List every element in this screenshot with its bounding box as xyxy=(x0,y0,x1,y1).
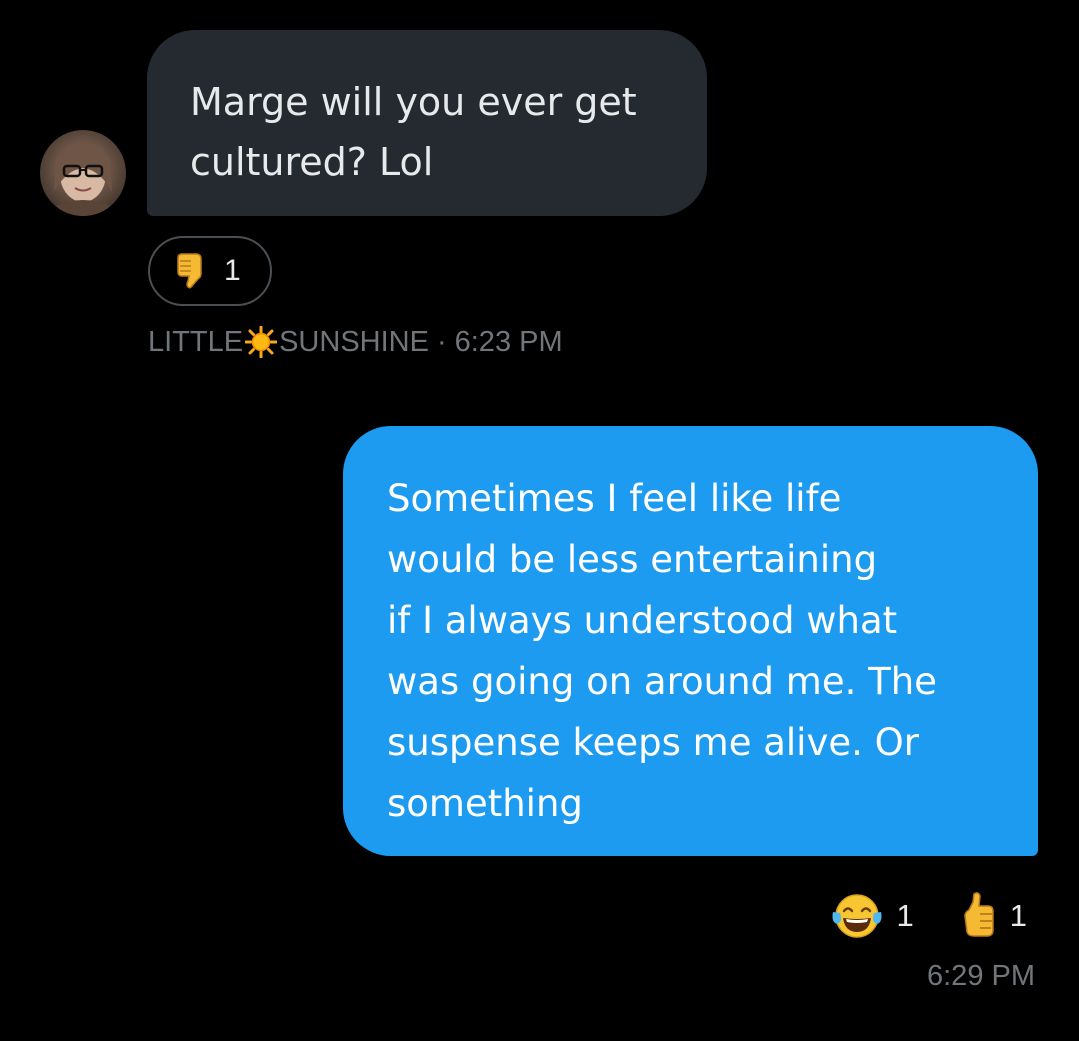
reaction-tears-of-joy[interactable]: 1 xyxy=(831,892,914,940)
thumbs-down-icon xyxy=(176,252,206,290)
sender-name-prefix: LITTLE xyxy=(148,325,244,358)
reaction-pill[interactable]: 1 xyxy=(148,236,272,306)
message-reactions: 1 1 xyxy=(831,888,1027,944)
reaction-count: 1 xyxy=(1009,898,1027,933)
message-meta: LITTLE SUNSHINE · 6:23 PM xyxy=(148,322,563,362)
outgoing-message-bubble[interactable]: Sometimes I feel like life would be less… xyxy=(343,426,1038,856)
sender-name-suffix: SUNSHINE xyxy=(279,325,429,358)
reaction-count: 1 xyxy=(224,254,241,287)
incoming-message-bubble[interactable]: Marge will you ever get cultured? Lol xyxy=(147,30,707,216)
avatar-image xyxy=(40,130,126,216)
avatar[interactable] xyxy=(40,130,126,216)
message-timestamp: 6:29 PM xyxy=(927,960,1035,992)
reaction-thumbs-up[interactable]: 1 xyxy=(960,892,1027,940)
thumbs-up-icon xyxy=(960,892,996,940)
reaction-count: 1 xyxy=(896,898,914,933)
sun-icon xyxy=(245,326,278,358)
message-timestamp: 6:23 PM xyxy=(454,325,563,358)
tears-of-joy-icon xyxy=(831,892,883,940)
meta-separator: · xyxy=(436,325,447,358)
